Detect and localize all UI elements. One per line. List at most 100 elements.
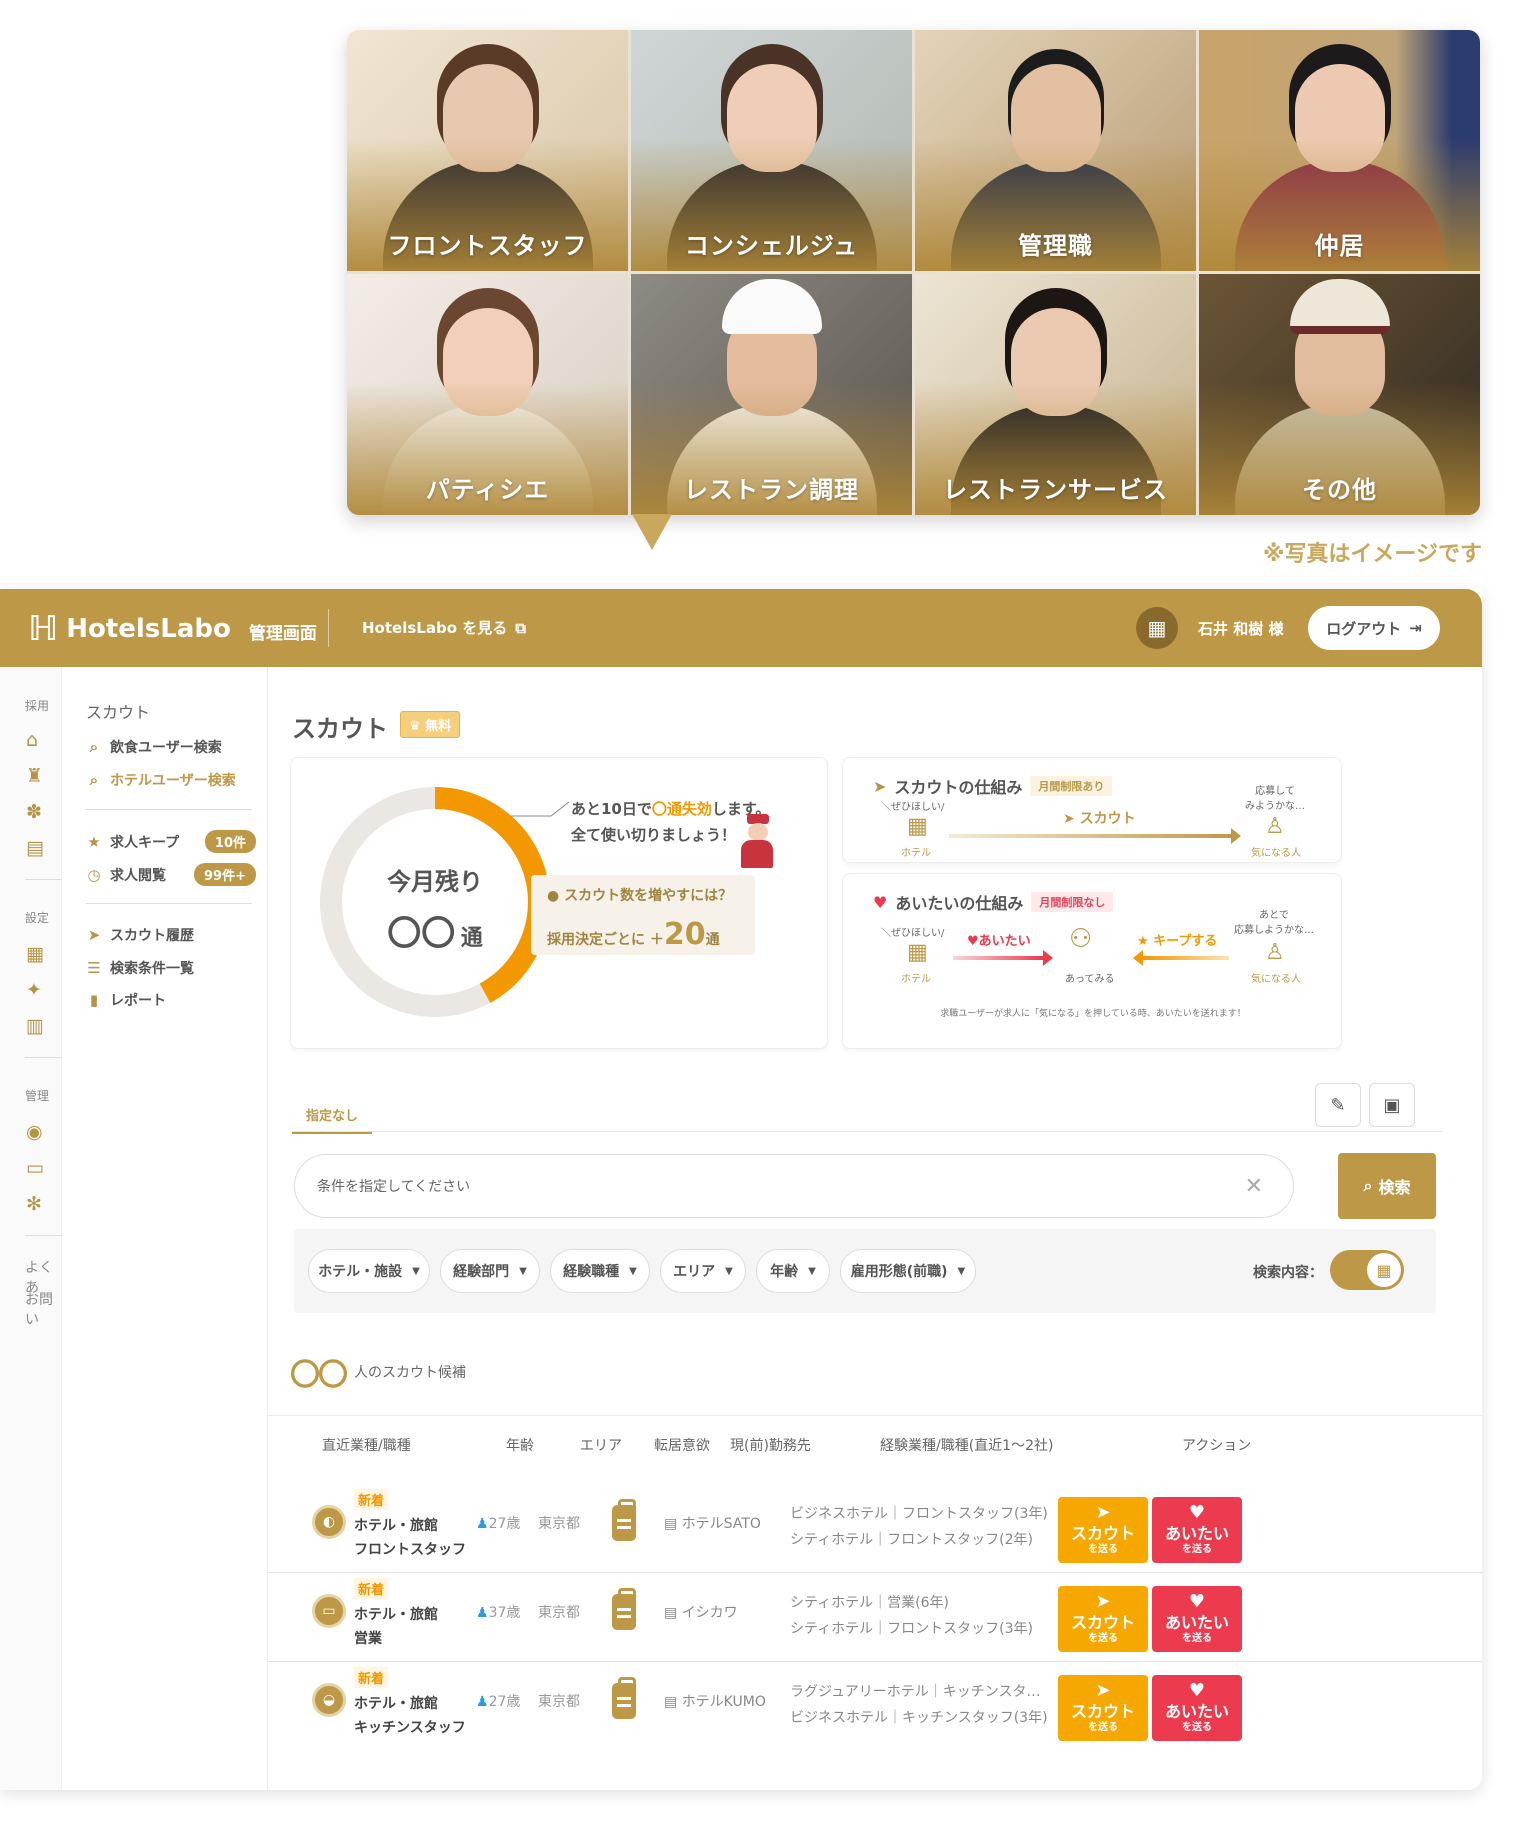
hotel-caption: ＼ぜひほしい/ xyxy=(881,802,945,813)
sparkle-icon[interactable]: ✦ xyxy=(26,979,42,1001)
send-label: を送る xyxy=(1182,1544,1212,1555)
save-button[interactable]: ▣ xyxy=(1369,1083,1415,1127)
sidebar-item-scout-history[interactable]: ➤ スカウト履歴 xyxy=(86,925,256,945)
user-circle-icon[interactable]: ◉ xyxy=(26,1121,43,1143)
filter-age[interactable]: 年齢 ▼ xyxy=(756,1249,830,1293)
filter-facility[interactable]: ホテル・施設 ▼ xyxy=(308,1249,430,1293)
send-scout-button[interactable]: ➤ スカウト を送る xyxy=(1058,1497,1148,1563)
new-badge: 新着 xyxy=(354,1578,389,1599)
view-site-label: HotelsLabo を見る xyxy=(362,619,508,637)
sidebar-item-label: ホテルユーザー検索 xyxy=(110,773,236,789)
tile-concierge[interactable]: コンシェルジュ xyxy=(631,30,912,271)
hotel-label: ホテル xyxy=(901,848,931,859)
count-badge: 10件 xyxy=(204,830,256,853)
sidebar-item-saved-searches[interactable]: ☰ 検索条件一覧 xyxy=(86,958,256,978)
sidebar-item-hotel-search[interactable]: ⌕ ホテルユーザー検索 xyxy=(86,770,256,790)
tile-manager[interactable]: 管理職 xyxy=(915,30,1196,271)
tile-other[interactable]: その他 xyxy=(1199,274,1480,515)
count-value: 〇〇 xyxy=(290,1358,348,1393)
folder-icon[interactable]: ▭ xyxy=(26,1157,44,1179)
arrow-head xyxy=(1231,828,1241,844)
sidebar-item-job-keep[interactable]: ★ 求人キープ 10件 xyxy=(86,830,256,853)
logo[interactable]: ℍ HotelsLabo 管理画面 xyxy=(28,612,317,646)
experience-2: ビジネスホテル｜キッチンスタッフ(3年) xyxy=(790,1710,1048,1726)
sidebar-item-label: 求人キープ xyxy=(110,834,180,851)
send-label: を送る xyxy=(1088,1544,1118,1555)
table-row[interactable]: ◐ 新着 ホテル・旅館 フロントスタッフ ♟27歳 東京都 ▤ ホテルSATO … xyxy=(268,1471,1482,1573)
search-content-toggle[interactable]: ▦ xyxy=(1330,1250,1404,1290)
filter-department[interactable]: 経験部門 ▼ xyxy=(440,1249,540,1293)
table-row[interactable]: ◒ 新着 ホテル・旅館 キッチンスタッフ ♟27歳 東京都 ▤ ホテルKUMO … xyxy=(268,1649,1482,1751)
clock-icon: ◷ xyxy=(87,865,101,884)
paper-plane-icon: ➤ xyxy=(1095,1591,1111,1612)
search-button[interactable]: ⌕ 検索 xyxy=(1338,1153,1436,1219)
sidebar-item-label: 検索条件一覧 xyxy=(110,961,194,977)
area: 東京都 xyxy=(538,1694,580,1710)
search-input[interactable]: 条件を指定してください ✕ xyxy=(294,1154,1294,1218)
aitai-arrow-label: ♥あいたい xyxy=(967,930,1031,949)
workplace: ▤ ホテルSATO xyxy=(664,1513,761,1533)
aitai-mech-title: ♥ あいたいの仕組み 月間制限なし xyxy=(873,890,1114,914)
send-aitai-button[interactable]: ♥ あいたい を送る xyxy=(1152,1497,1242,1563)
gear-icon[interactable]: ✻ xyxy=(26,1193,42,1215)
area: 東京都 xyxy=(538,1516,580,1532)
send-label: を送る xyxy=(1182,1633,1212,1644)
view-site-link[interactable]: HotelsLabo を見る ⧉ xyxy=(362,617,526,638)
aitai-label: あいたい xyxy=(1164,1524,1229,1543)
rail-section-label: 管理 xyxy=(25,1089,50,1103)
admin-label: 管理画面 xyxy=(248,624,317,644)
message-icon[interactable]: ▤ xyxy=(26,837,44,859)
new-badge: 新着 xyxy=(354,1667,389,1688)
candidate-count: 〇〇 人のスカウト候補 xyxy=(290,1350,466,1394)
search-icon: ⌕ xyxy=(1363,1176,1373,1195)
aitai-label: あいたい xyxy=(1164,1702,1229,1721)
scout-arrow-text: スカウト xyxy=(1079,811,1136,827)
tile-restaurant-cook[interactable]: レストラン調理 xyxy=(631,274,912,515)
scout-mechanism-card: ➤ スカウトの仕組み 月間制限あり ＼ぜひほしい/ ▦ ホテル ➤ スカウト 応募し… xyxy=(842,757,1342,863)
building-icon[interactable]: ▦ xyxy=(26,943,44,965)
age: ♟27歳 xyxy=(476,1513,520,1533)
send-aitai-button[interactable]: ♥ あいたい を送る xyxy=(1152,1586,1242,1652)
send-scout-button[interactable]: ➤ スカウト を送る xyxy=(1058,1675,1148,1741)
candidate-caption: あとで 応募しようかな… xyxy=(1234,910,1314,936)
hotel-icon: ▦ xyxy=(907,940,928,965)
tile-patissier[interactable]: パティシエ xyxy=(347,274,628,515)
list-icon: ☰ xyxy=(87,959,101,977)
app-window: ℍ HotelsLabo 管理画面 HotelsLabo を見る ⧉ ▦ 石井 … xyxy=(0,589,1482,1790)
user-name: 石井 和樹 様 xyxy=(1198,620,1284,638)
workplace-value: ホテルKUMO xyxy=(681,1694,766,1710)
filter-employment[interactable]: 雇用形態(前職) ▼ xyxy=(840,1249,976,1293)
column-header: 経験業種/職種(直近1〜2社) xyxy=(880,1438,1054,1454)
edit-button[interactable]: ✎ xyxy=(1315,1083,1361,1127)
hotel-caption: ＼ぜひほしい/ xyxy=(881,928,945,939)
sidebar-item-restaurant-search[interactable]: ⌕ 飲食ユーザー検索 xyxy=(86,737,256,757)
tile-restaurant-service[interactable]: レストランサービス xyxy=(915,274,1196,515)
sidebar-item-report[interactable]: ▮ レポート xyxy=(86,990,256,1010)
logout-button[interactable]: ログアウト ⇥ xyxy=(1308,606,1440,650)
callout-highlight: 〇通失効 xyxy=(651,800,712,818)
paper-plane-icon: ➤ xyxy=(873,776,887,796)
tab-unspecified[interactable]: 指定なし xyxy=(292,1105,373,1134)
store-icon[interactable]: ▥ xyxy=(26,1015,44,1037)
building-icon: ▤ xyxy=(664,1694,678,1710)
filter-area[interactable]: エリア ▼ xyxy=(660,1249,746,1293)
search-content-label: 検索内容： xyxy=(1253,1265,1323,1281)
home-icon[interactable]: ⌂ xyxy=(26,729,38,751)
table-row[interactable]: ▭ 新着 ホテル・旅館 営業 ♟37歳 東京都 ▤ イシカワ シティホテル｜営業… xyxy=(268,1560,1482,1662)
send-scout-button[interactable]: ➤ スカウト を送る xyxy=(1058,1586,1148,1652)
rail-contact-link[interactable]: お問い xyxy=(25,1289,61,1329)
chef-hat-icon[interactable]: ♜ xyxy=(26,765,43,787)
candidate-caption: 応募して みようかな… xyxy=(1245,786,1305,812)
send-aitai-button[interactable]: ♥ あいたい を送る xyxy=(1152,1675,1242,1741)
building-avatar-icon[interactable]: ▦ xyxy=(1136,607,1178,649)
users-icon[interactable]: ✽ xyxy=(26,801,42,823)
clear-icon[interactable]: ✕ xyxy=(1245,1174,1263,1199)
limit-tag: 月間制限なし xyxy=(1031,892,1114,912)
sidebar-item-job-view[interactable]: ◷ 求人閲覧 99件+ xyxy=(86,863,256,886)
tile-front-staff[interactable]: フロントスタッフ xyxy=(347,30,628,271)
filter-occupation[interactable]: 経験職種 ▼ xyxy=(550,1249,650,1293)
heart-icon: ♥ xyxy=(967,934,979,949)
tile-label: パティシエ xyxy=(425,476,550,504)
rail-divider xyxy=(25,1057,62,1058)
tile-nakai[interactable]: 仲居 xyxy=(1199,30,1480,271)
